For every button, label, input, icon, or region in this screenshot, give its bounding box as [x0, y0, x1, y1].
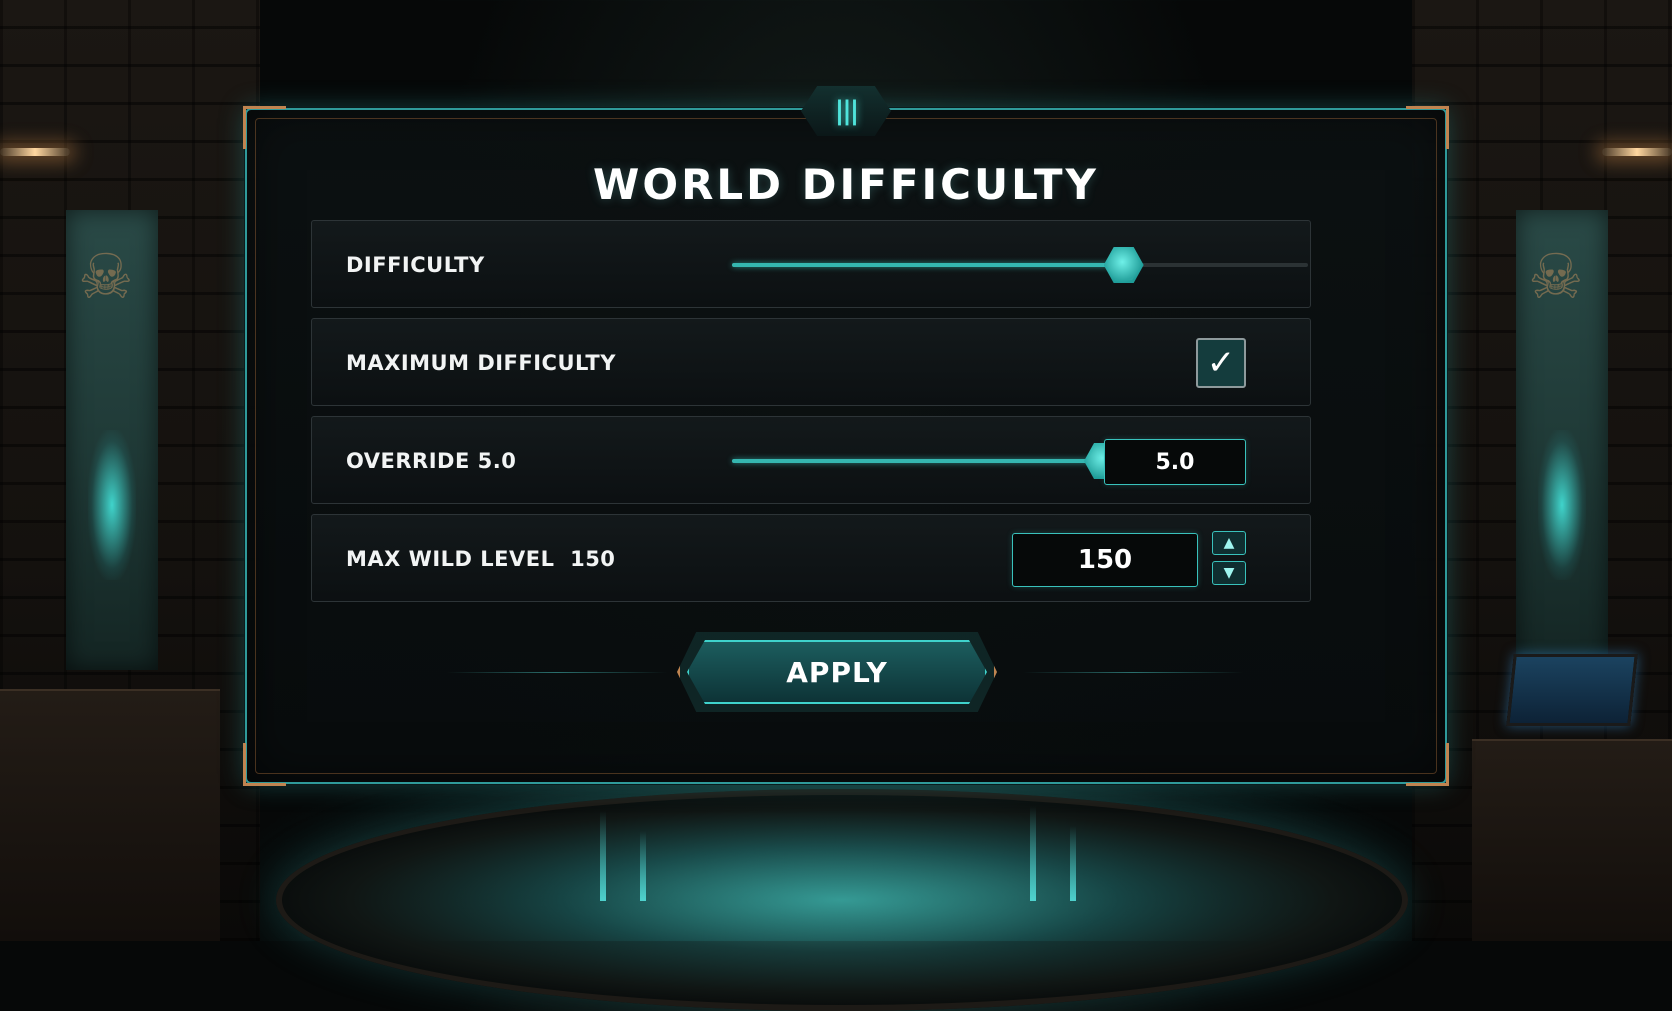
override-slider[interactable] [732, 443, 1150, 479]
dino-skull-icon: ☠ [78, 240, 134, 313]
holo-beam [640, 831, 646, 901]
difficulty-slider[interactable] [732, 247, 1308, 283]
chevron-down-icon: ▼ [1223, 565, 1235, 581]
dino-banner-right: ☠ [1516, 210, 1608, 670]
holo-beam [600, 811, 606, 901]
crate-right [1472, 739, 1672, 941]
wall-lamp-left [0, 148, 70, 156]
difficulty-label: DIFFICULTY [346, 253, 485, 277]
frame-corner [243, 743, 286, 786]
max-wild-level-row: MAX WILD LEVEL 150 150 ▲ ▼ [311, 514, 1311, 602]
dino-skull-icon: ☠ [1528, 240, 1584, 313]
crate-left [0, 689, 220, 941]
wall-lamp-right [1602, 148, 1672, 156]
checkmark-icon: ✓ [1206, 343, 1236, 383]
holo-map-table [276, 789, 1408, 1011]
frame-corner [1406, 743, 1449, 786]
world-difficulty-dialog: ||| WORLD DIFFICULTY DIFFICULTY MAXIMUM … [243, 86, 1449, 786]
increment-button[interactable]: ▲ [1212, 531, 1246, 555]
max-wild-level-input[interactable]: 150 [1012, 533, 1198, 587]
chevron-up-icon: ▲ [1223, 535, 1235, 551]
difficulty-row: DIFFICULTY [311, 220, 1311, 308]
maximum-difficulty-row: MAXIMUM DIFFICULTY ✓ [311, 318, 1311, 406]
override-row: OVERRIDE 5.0 5.0 [311, 416, 1311, 504]
decrement-button[interactable]: ▼ [1212, 561, 1246, 585]
header-crest: ||| [801, 86, 891, 136]
difficulty-slider-thumb[interactable] [1103, 247, 1144, 283]
max-wild-level-label: MAX WILD LEVEL 150 [346, 547, 616, 571]
dino-banner-left: ☠ [66, 210, 158, 670]
apply-button[interactable]: APPLY [687, 640, 987, 704]
override-label: OVERRIDE 5.0 [346, 449, 517, 473]
holo-beam [1070, 826, 1076, 901]
banner-glow [88, 430, 136, 580]
maximum-difficulty-checkbox[interactable]: ✓ [1196, 338, 1246, 388]
decorative-line [1023, 672, 1243, 673]
frame-corner [1406, 106, 1449, 149]
override-value-field[interactable]: 5.0 [1104, 439, 1246, 485]
frame-corner [243, 106, 286, 149]
decorative-line [447, 672, 667, 673]
computer-terminal [1506, 654, 1638, 726]
override-slider-fill [732, 459, 1105, 463]
banner-glow [1538, 430, 1586, 580]
dialog-title: WORLD DIFFICULTY [593, 160, 1099, 209]
difficulty-slider-fill [732, 263, 1124, 267]
emblem-icon: ||| [834, 96, 859, 126]
holo-beam [1030, 806, 1036, 901]
maximum-difficulty-label: MAXIMUM DIFFICULTY [346, 351, 616, 375]
